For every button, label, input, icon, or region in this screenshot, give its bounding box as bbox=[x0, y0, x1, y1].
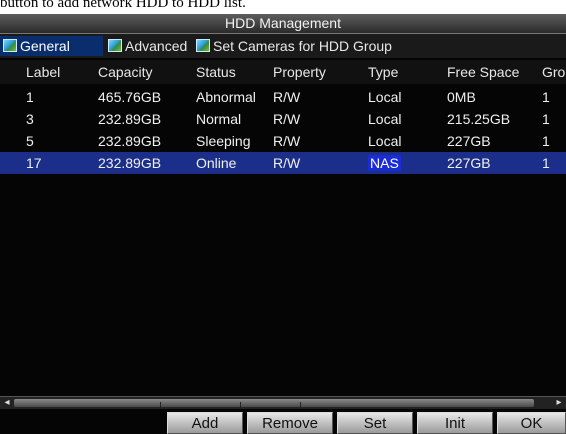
table-row-selected[interactable]: 17 232.89GB Online R/W NAS 227GB 1 bbox=[0, 152, 566, 174]
cell-type: NAS bbox=[368, 152, 444, 174]
add-button[interactable]: Add bbox=[167, 412, 243, 434]
tab-label: General bbox=[20, 38, 70, 54]
cell-status: Abnormal bbox=[196, 89, 256, 105]
caption-text: button to add network HDD to HDD list. bbox=[0, 0, 566, 14]
tab-bar: General Advanced Set Cameras for HDD Gro… bbox=[0, 34, 566, 58]
window-title: HDD Management bbox=[0, 14, 566, 34]
picture-icon bbox=[108, 39, 122, 52]
cell-property: R/W bbox=[273, 111, 301, 127]
table-row[interactable]: 5 232.89GB Sleeping R/W Local 227GB 1 bbox=[0, 130, 566, 152]
cell-free-space: 0MB bbox=[447, 89, 476, 105]
table-row[interactable]: 1 465.76GB Abnormal R/W Local 0MB 1 bbox=[0, 86, 566, 108]
tab-set-cameras-for-hdd-group[interactable]: Set Cameras for HDD Group bbox=[193, 36, 448, 56]
table-row[interactable]: 3 232.89GB Normal R/W Local 215.25GB 1 bbox=[0, 108, 566, 130]
cell-label: 3 bbox=[26, 111, 34, 127]
cell-label: 1 bbox=[26, 89, 34, 105]
scroll-right-arrow-icon[interactable]: ▸ bbox=[554, 397, 564, 409]
tab-label: Advanced bbox=[125, 38, 188, 54]
set-button[interactable]: Set bbox=[337, 412, 413, 434]
cell-capacity: 232.89GB bbox=[98, 111, 162, 127]
scrollbar-thumb[interactable] bbox=[14, 399, 534, 408]
cell-type: Local bbox=[368, 133, 402, 149]
cell-group: 1 bbox=[542, 155, 550, 171]
cell-type: Local bbox=[368, 89, 402, 105]
scroll-left-arrow-icon[interactable]: ◂ bbox=[2, 397, 12, 409]
picture-icon bbox=[196, 39, 210, 52]
column-header-capacity[interactable]: Capacity bbox=[98, 60, 194, 84]
cell-free-space: 227GB bbox=[447, 133, 491, 149]
cell-group: 1 bbox=[542, 133, 550, 149]
cell-status: Sleeping bbox=[196, 133, 251, 149]
caption-label: button to add network HDD to HDD list. bbox=[0, 0, 246, 11]
picture-icon bbox=[3, 39, 17, 52]
cell-property: R/W bbox=[273, 133, 301, 149]
cell-capacity: 232.89GB bbox=[98, 155, 162, 171]
cell-status: Normal bbox=[196, 111, 242, 127]
cell-group: 1 bbox=[542, 111, 550, 127]
scrollbar-grip bbox=[300, 402, 301, 408]
scrollbar-grip bbox=[160, 402, 161, 408]
scrollbar-grip bbox=[240, 402, 241, 408]
cell-property: R/W bbox=[273, 89, 301, 105]
init-button[interactable]: Init bbox=[417, 412, 493, 434]
remove-button[interactable]: Remove bbox=[247, 412, 333, 434]
column-header-group[interactable]: Group bbox=[542, 60, 566, 84]
column-header-free-space[interactable]: Free Space bbox=[447, 60, 541, 84]
tab-advanced[interactable]: Advanced bbox=[105, 36, 191, 56]
ok-button[interactable]: OK bbox=[497, 412, 566, 434]
tab-label: Set Cameras for HDD Group bbox=[213, 38, 392, 54]
cell-status: Online bbox=[196, 155, 237, 171]
column-header-status[interactable]: Status bbox=[196, 60, 270, 84]
horizontal-scrollbar[interactable]: ◂ ▸ bbox=[0, 396, 566, 409]
hdd-management-window: HDD Management General Advanced Set Came… bbox=[0, 14, 566, 434]
column-header-label[interactable]: Label bbox=[26, 60, 96, 84]
cell-label: 17 bbox=[26, 155, 42, 171]
cell-free-space: 227GB bbox=[447, 155, 491, 171]
cell-property: R/W bbox=[273, 155, 301, 171]
column-header-property[interactable]: Property bbox=[273, 60, 365, 84]
cell-group: 1 bbox=[542, 89, 550, 105]
cell-type: Local bbox=[368, 111, 402, 127]
cell-capacity: 465.76GB bbox=[98, 89, 162, 105]
cell-type-highlight: NAS bbox=[368, 155, 401, 171]
hdd-table: Label Capacity Status Property Type Free… bbox=[0, 60, 566, 400]
button-bar: Add Remove Set Init OK bbox=[0, 410, 566, 434]
cell-free-space: 215.25GB bbox=[447, 111, 511, 127]
table-header: Label Capacity Status Property Type Free… bbox=[0, 60, 566, 84]
column-header-type[interactable]: Type bbox=[368, 60, 444, 84]
cell-capacity: 232.89GB bbox=[98, 133, 162, 149]
cell-label: 5 bbox=[26, 133, 34, 149]
tab-general[interactable]: General bbox=[0, 36, 103, 56]
